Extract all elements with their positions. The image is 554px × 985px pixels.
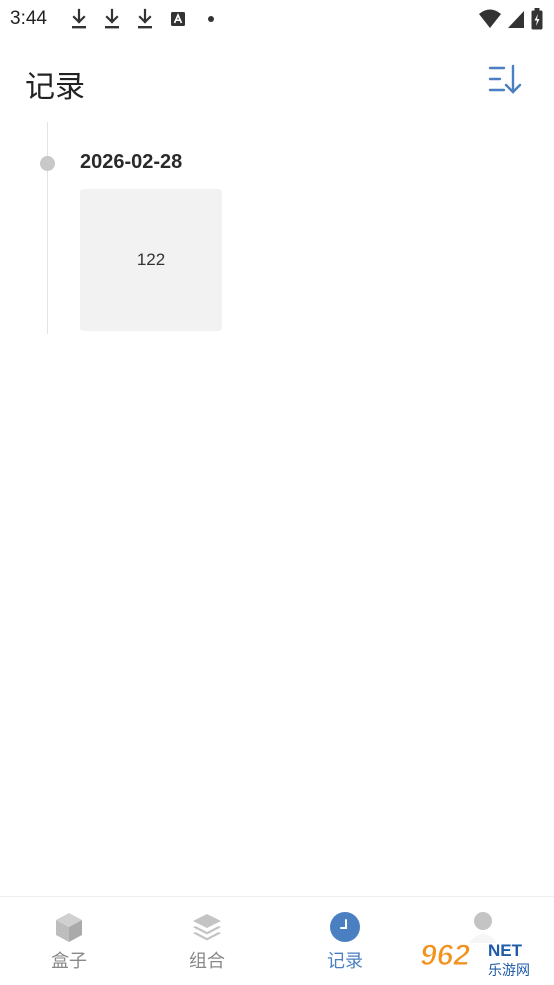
page-title: 记录 xyxy=(25,70,85,105)
sort-button[interactable] xyxy=(486,62,528,98)
nav-label-combo: 组合 xyxy=(189,951,225,972)
download-icon xyxy=(72,8,86,29)
battery-charging-icon xyxy=(531,8,543,30)
nav-item-combo[interactable]: 组合 xyxy=(138,897,276,985)
layers-icon xyxy=(193,914,221,941)
timeline: 2026-02-28 122 xyxy=(0,122,554,334)
cellular-signal-icon xyxy=(508,11,524,28)
record-card-label: 122 xyxy=(136,250,166,269)
status-bar: 3:44 xyxy=(0,0,554,38)
nav-label-box: 盒子 xyxy=(51,951,87,972)
person-icon xyxy=(469,912,497,943)
download-icon xyxy=(105,8,119,29)
status-time: 3:44 xyxy=(10,8,47,29)
text-input-icon xyxy=(171,12,185,26)
wifi-icon xyxy=(479,9,501,28)
timeline-date: 2026-02-28 xyxy=(80,151,183,173)
dot-icon xyxy=(208,16,214,22)
nav-item-records[interactable]: 记录 xyxy=(276,897,414,985)
status-icons-left xyxy=(68,6,233,32)
nav-item-profile[interactable] xyxy=(414,897,552,985)
timeline-line xyxy=(47,122,48,334)
clock-icon xyxy=(330,912,360,942)
download-icon xyxy=(138,8,152,29)
status-icons-right xyxy=(474,6,544,32)
timeline-dot xyxy=(40,156,55,171)
sort-descending-icon xyxy=(488,64,522,94)
nav-label-records: 记录 xyxy=(327,951,363,972)
cube-icon xyxy=(56,913,82,942)
header: 记录 xyxy=(0,50,554,112)
nav-item-box[interactable]: 盒子 xyxy=(0,897,138,985)
bottom-nav: 盒子 组合 记录 xyxy=(0,896,554,985)
record-card[interactable]: 122 xyxy=(80,189,222,331)
